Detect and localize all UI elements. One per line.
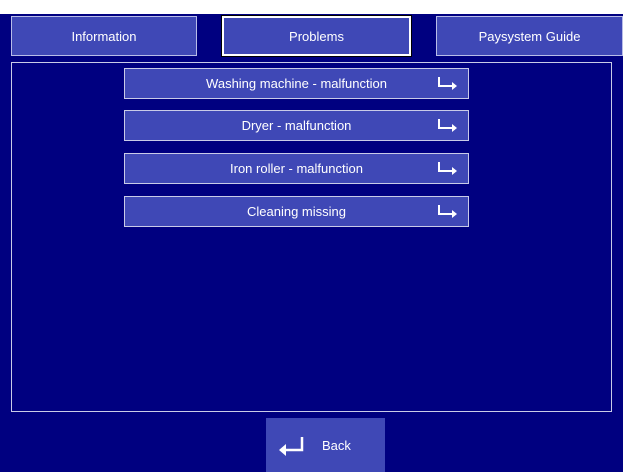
dryer-malfunction-button[interactable]: Dryer - malfunction [124, 110, 469, 141]
tab-problems-label: Problems [289, 28, 344, 44]
tab-problems[interactable]: Problems [221, 15, 412, 57]
menu-item-label: Dryer - malfunction [241, 118, 352, 133]
menu-item-label: Washing machine - malfunction [206, 76, 387, 91]
tab-paysystem-guide[interactable]: Paysystem Guide [436, 16, 623, 56]
back-label: Back [322, 437, 351, 453]
enter-arrow-icon [438, 77, 457, 90]
top-title-strip [0, 0, 623, 14]
menu-item-label: Cleaning missing [247, 204, 346, 219]
tab-information[interactable]: Information [11, 16, 197, 56]
back-button[interactable]: Back [266, 418, 385, 472]
washing-machine-malfunction-button[interactable]: Washing machine - malfunction [124, 68, 469, 99]
tab-information-label: Information [71, 28, 137, 44]
enter-arrow-icon [438, 119, 457, 132]
enter-arrow-icon [438, 205, 457, 218]
iron-roller-malfunction-button[interactable]: Iron roller - malfunction [124, 153, 469, 184]
cleaning-missing-button[interactable]: Cleaning missing [124, 196, 469, 227]
tab-paysystem-guide-label: Paysystem Guide [478, 28, 581, 44]
menu-item-label: Iron roller - malfunction [230, 161, 363, 176]
return-arrow-icon [279, 437, 304, 456]
enter-arrow-icon [438, 162, 457, 175]
